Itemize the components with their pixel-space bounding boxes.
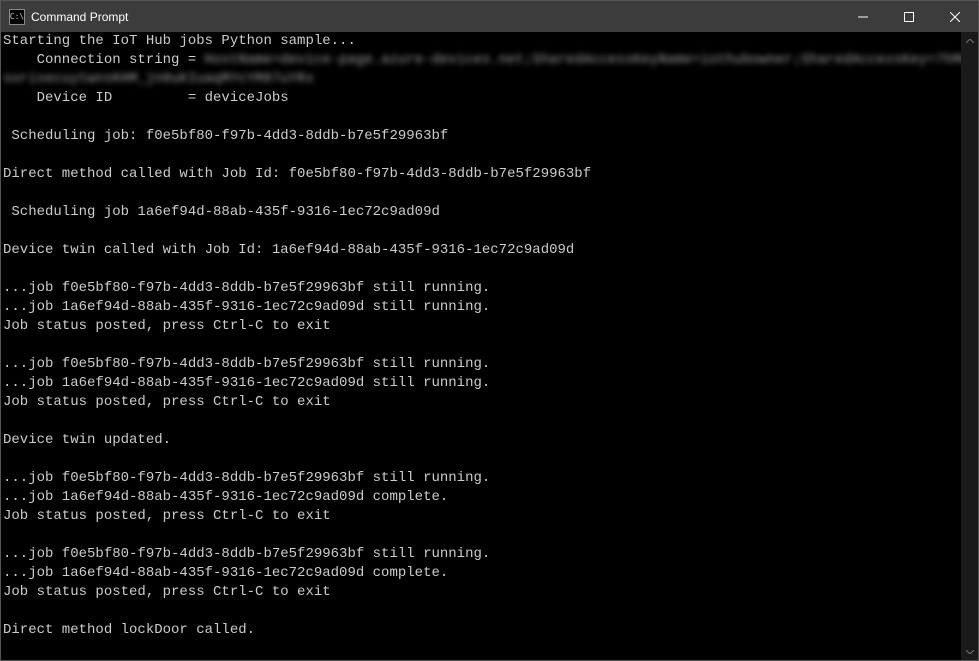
terminal-line: ...job f0e5bf80-f97b-4dd3-8ddb-b7e5f2996… xyxy=(3,545,961,564)
terminal-line: Direct method called with Job Id: f0e5bf… xyxy=(3,165,961,184)
terminal-line xyxy=(3,412,961,431)
minimize-icon xyxy=(858,12,868,22)
chevron-up-icon xyxy=(966,39,974,43)
terminal-line: ...job f0e5bf80-f97b-4dd3-8ddb-b7e5f2996… xyxy=(3,659,961,660)
terminal-line: ...job 1a6ef94d-88ab-435f-9316-1ec72c9ad… xyxy=(3,298,961,317)
terminal-text: ...job 1a6ef94d-88ab-435f-9316-1ec72c9ad… xyxy=(3,375,490,391)
terminal-line: Device twin called with Job Id: 1a6ef94d… xyxy=(3,241,961,260)
terminal-line xyxy=(3,260,961,279)
terminal-line xyxy=(3,526,961,545)
terminal-line xyxy=(3,336,961,355)
redacted-text: HostName=device-page.azure-devices.net;S… xyxy=(205,52,961,68)
terminal-text: ...job f0e5bf80-f97b-4dd3-8ddb-b7e5f2996… xyxy=(3,280,490,296)
terminal-line: Connection string = HostName=device-page… xyxy=(3,51,961,70)
terminal-line: Job status posted, press Ctrl-C to exit xyxy=(3,393,961,412)
terminal-line xyxy=(3,184,961,203)
terminal-line: Job status posted, press Ctrl-C to exit xyxy=(3,583,961,602)
titlebar[interactable]: C:\ Command Prompt xyxy=(1,1,978,32)
terminal-text: Device ID = deviceJobs xyxy=(3,90,289,106)
terminal-text: Direct method called with Job Id: f0e5bf… xyxy=(3,166,591,182)
terminal-line: ...job 1a6ef94d-88ab-435f-9316-1ec72c9ad… xyxy=(3,374,961,393)
terminal-line: ...job 1a6ef94d-88ab-435f-9316-1ec72c9ad… xyxy=(3,488,961,507)
terminal-text: Starting the IoT Hub jobs Python sample.… xyxy=(3,33,356,49)
terminal-text: ...job f0e5bf80-f97b-4dd3-8ddb-b7e5f2996… xyxy=(3,470,490,486)
terminal-line xyxy=(3,602,961,621)
scrollbar[interactable] xyxy=(961,32,978,660)
terminal-line: Direct method lockDoor called. xyxy=(3,621,961,640)
redacted-text: sorisecuytwnsKHM_jn8uKIuaqMYcYM87uYRx xyxy=(3,71,314,87)
terminal-text: Job status posted, press Ctrl-C to exit xyxy=(3,318,331,334)
terminal-text: ...job 1a6ef94d-88ab-435f-9316-1ec72c9ad… xyxy=(3,489,448,505)
terminal-text: Job status posted, press Ctrl-C to exit xyxy=(3,584,331,600)
terminal-line: ...job f0e5bf80-f97b-4dd3-8ddb-b7e5f2996… xyxy=(3,469,961,488)
terminal-text: Device twin updated. xyxy=(3,432,171,448)
terminal-line xyxy=(3,222,961,241)
terminal-area: Starting the IoT Hub jobs Python sample.… xyxy=(1,32,978,660)
terminal-output[interactable]: Starting the IoT Hub jobs Python sample.… xyxy=(1,32,961,660)
terminal-line xyxy=(3,450,961,469)
terminal-line: Device ID = deviceJobs xyxy=(3,89,961,108)
terminal-line: Device twin updated. xyxy=(3,431,961,450)
chevron-down-icon xyxy=(966,650,974,654)
terminal-line xyxy=(3,640,961,659)
terminal-line: Scheduling job 1a6ef94d-88ab-435f-9316-1… xyxy=(3,203,961,222)
terminal-text: Device twin called with Job Id: 1a6ef94d… xyxy=(3,242,574,258)
terminal-text: Direct method lockDoor called. xyxy=(3,622,255,638)
terminal-text: Scheduling job: f0e5bf80-f97b-4dd3-8ddb-… xyxy=(3,128,448,144)
terminal-text: ...job f0e5bf80-f97b-4dd3-8ddb-b7e5f2996… xyxy=(3,546,490,562)
terminal-line: ...job f0e5bf80-f97b-4dd3-8ddb-b7e5f2996… xyxy=(3,355,961,374)
close-button[interactable] xyxy=(932,1,978,32)
cmd-icon: C:\ xyxy=(9,9,25,25)
scroll-down-button[interactable] xyxy=(961,643,978,660)
window-controls xyxy=(840,1,978,32)
terminal-line: Job status posted, press Ctrl-C to exit xyxy=(3,317,961,336)
terminal-line: sorisecuytwnsKHM_jn8uKIuaqMYcYM87uYRx xyxy=(3,70,961,89)
terminal-text: Job status posted, press Ctrl-C to exit xyxy=(3,508,331,524)
terminal-line: Starting the IoT Hub jobs Python sample.… xyxy=(3,32,961,51)
terminal-text: Scheduling job 1a6ef94d-88ab-435f-9316-1… xyxy=(3,204,440,220)
terminal-text: ...job f0e5bf80-f97b-4dd3-8ddb-b7e5f2996… xyxy=(3,356,490,372)
terminal-text: Job status posted, press Ctrl-C to exit xyxy=(3,394,331,410)
maximize-icon xyxy=(904,12,914,22)
minimize-button[interactable] xyxy=(840,1,886,32)
terminal-line: Job status posted, press Ctrl-C to exit xyxy=(3,507,961,526)
terminal-line: ...job f0e5bf80-f97b-4dd3-8ddb-b7e5f2996… xyxy=(3,279,961,298)
close-icon xyxy=(950,12,960,22)
window-title: Command Prompt xyxy=(31,10,128,24)
terminal-line xyxy=(3,108,961,127)
terminal-line: ...job 1a6ef94d-88ab-435f-9316-1ec72c9ad… xyxy=(3,564,961,583)
maximize-button[interactable] xyxy=(886,1,932,32)
terminal-line: Scheduling job: f0e5bf80-f97b-4dd3-8ddb-… xyxy=(3,127,961,146)
terminal-text: ...job 1a6ef94d-88ab-435f-9316-1ec72c9ad… xyxy=(3,299,490,315)
scroll-up-button[interactable] xyxy=(961,32,978,49)
terminal-line xyxy=(3,146,961,165)
terminal-text: ...job 1a6ef94d-88ab-435f-9316-1ec72c9ad… xyxy=(3,565,448,581)
terminal-text: Connection string = xyxy=(3,52,205,68)
